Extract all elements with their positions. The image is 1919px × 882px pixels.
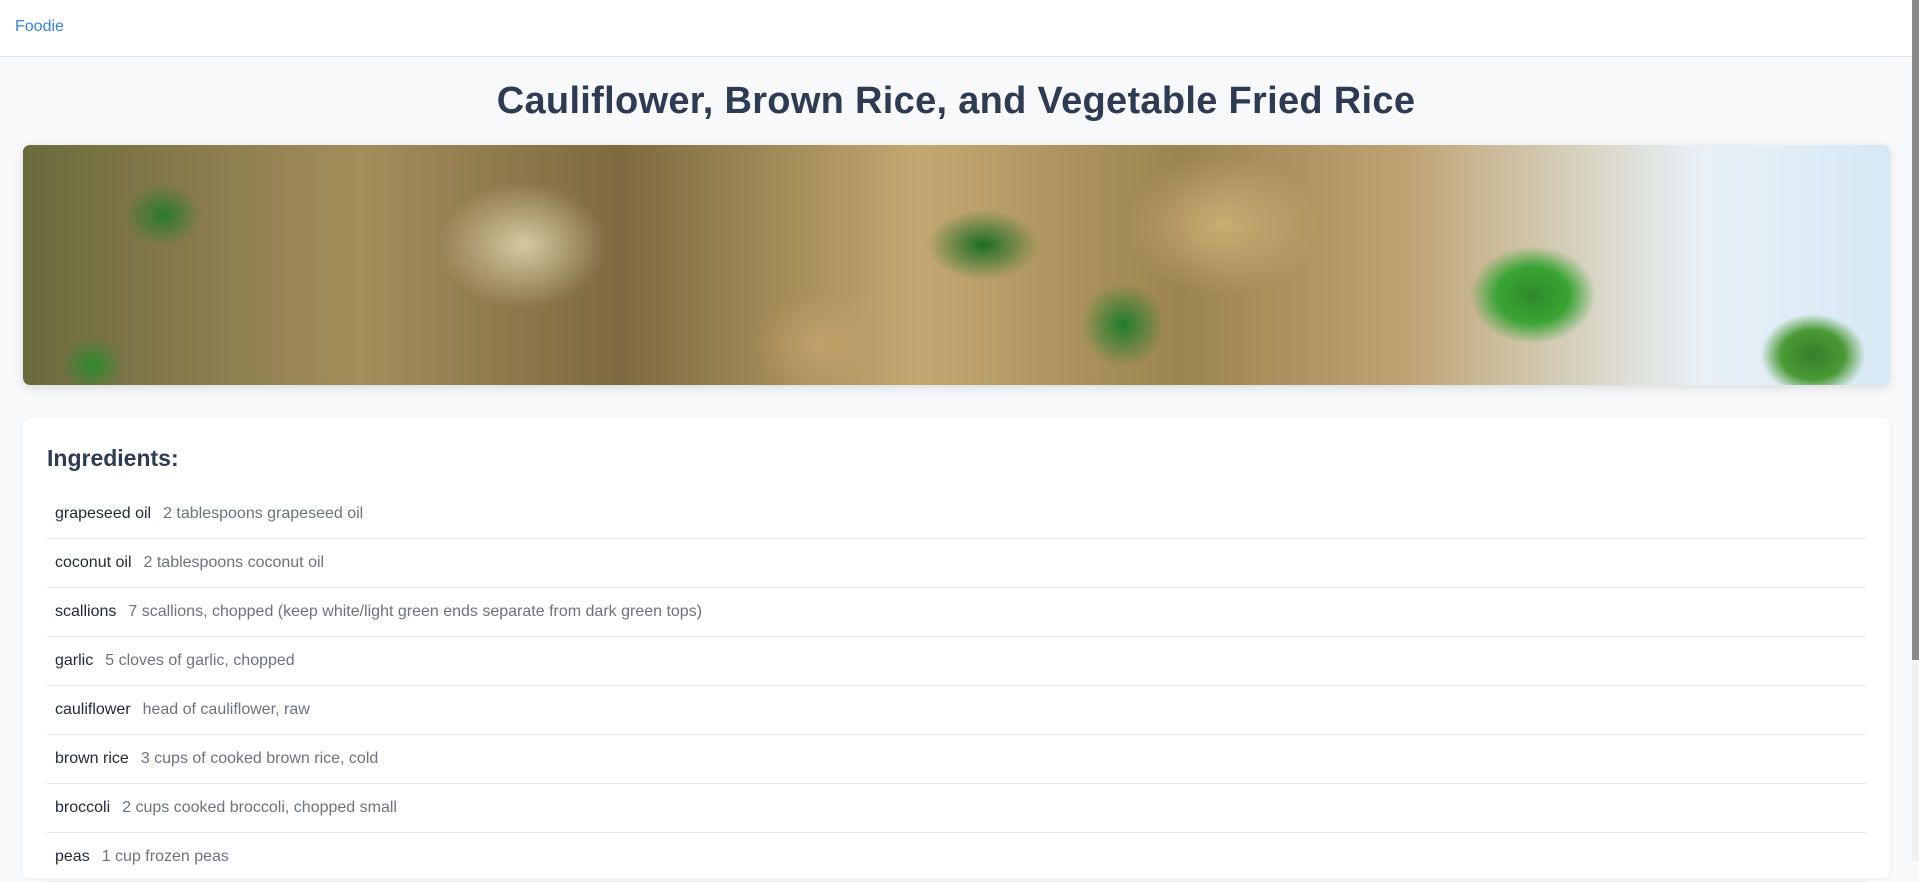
ingredient-description: 5 cloves of garlic, chopped bbox=[105, 652, 295, 669]
page-scrollbar[interactable] bbox=[1912, 0, 1919, 861]
ingredient-description: 2 tablespoons grapeseed oil bbox=[163, 505, 364, 522]
ingredient-name: broccoli bbox=[55, 799, 111, 816]
ingredient-name: scallions bbox=[55, 603, 117, 620]
ingredient-description: head of cauliflower, raw bbox=[142, 701, 310, 718]
ingredient-row: brown rice 3 cups of cooked brown rice, … bbox=[47, 735, 1866, 784]
ingredient-row: broccoli 2 cups cooked broccoli, chopped… bbox=[47, 784, 1866, 833]
ingredient-description: 2 cups cooked broccoli, chopped small bbox=[122, 799, 397, 816]
ingredient-row: cauliflower head of cauliflower, raw bbox=[47, 686, 1866, 735]
ingredients-heading: Ingredients: bbox=[47, 445, 179, 471]
recipe-hero-image bbox=[23, 145, 1890, 385]
ingredient-name: peas bbox=[55, 848, 90, 865]
ingredients-card: Ingredients: grapeseed oil 2 tablespoons… bbox=[23, 418, 1890, 882]
ingredient-description: 3 cups of cooked brown rice, cold bbox=[140, 750, 379, 767]
ingredient-name: grapeseed oil bbox=[55, 505, 152, 522]
ingredient-description: 7 scallions, chopped (keep white/light g… bbox=[128, 603, 703, 620]
ingredients-list: grapeseed oil 2 tablespoons grapeseed oi… bbox=[47, 490, 1866, 882]
top-navbar: Foodie bbox=[0, 0, 1912, 57]
recipe-title: Cauliflower, Brown Rice, and Vegetable F… bbox=[496, 80, 1416, 122]
ingredient-row: scallions 7 scallions, chopped (keep whi… bbox=[47, 588, 1866, 637]
ingredient-description: 1 cup frozen peas bbox=[101, 848, 229, 865]
ingredient-row: grapeseed oil 2 tablespoons grapeseed oi… bbox=[47, 490, 1866, 539]
ingredient-row: coconut oil 2 tablespoons coconut oil bbox=[47, 539, 1866, 588]
ingredient-name: cauliflower bbox=[55, 701, 131, 718]
ingredient-name: coconut oil bbox=[55, 554, 132, 571]
ingredient-name: garlic bbox=[55, 652, 94, 669]
brand-link[interactable]: Foodie bbox=[15, 18, 64, 36]
ingredient-description: 2 tablespoons coconut oil bbox=[143, 554, 325, 571]
ingredient-name: brown rice bbox=[55, 750, 129, 767]
ingredient-row: peas 1 cup frozen peas bbox=[47, 833, 1866, 882]
ingredient-row: garlic 5 cloves of garlic, chopped bbox=[47, 637, 1866, 686]
scrollbar-thumb[interactable] bbox=[1912, 0, 1919, 660]
